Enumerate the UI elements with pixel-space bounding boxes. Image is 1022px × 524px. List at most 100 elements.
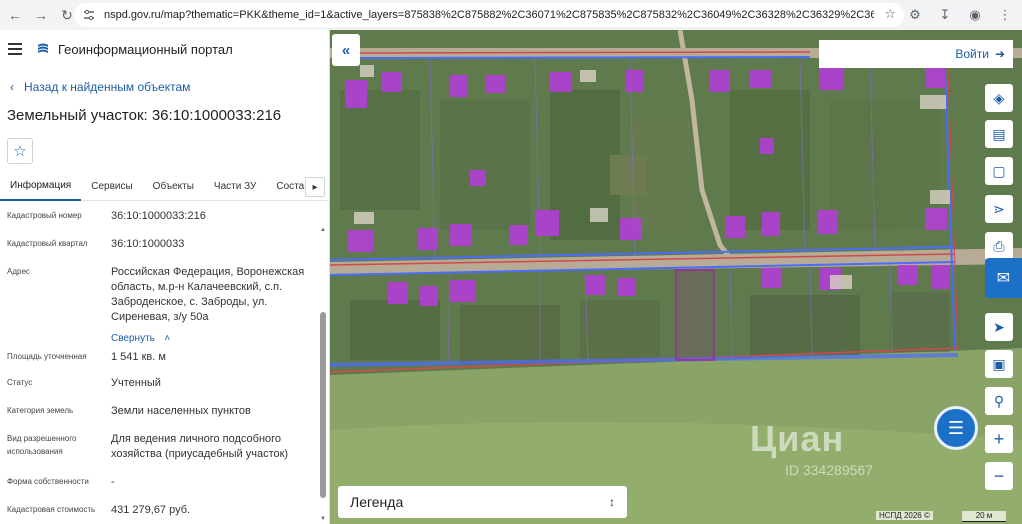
layers-icon: ◈ [993,89,1005,106]
info-value: - [111,476,115,488]
extensions-icon[interactable]: ⚙ [904,4,926,26]
share-icon: ⋗ [993,200,1005,217]
share-button[interactable]: ⋗ [985,195,1013,223]
feedback-button[interactable]: ✉ [985,258,1022,298]
zoom-out-button[interactable]: − [985,462,1013,490]
chevron-right-icon: ▸ [312,181,318,193]
zoom-in-button[interactable]: + [985,425,1013,453]
profile-icon[interactable]: ◉ [964,4,986,26]
info-value: 1 541 кв. м [111,351,166,363]
address-bar[interactable]: nspd.gov.ru/map?thematic=PKK&theme_id=1&… [74,3,904,27]
scroll-down-icon[interactable]: ▼ [319,515,327,523]
select-area-icon: ▢ [992,162,1006,179]
info-value: Учтенный [111,377,161,389]
parcel-title: Земельный участок: 36:10:1000033:216 [7,107,282,124]
info-key: Кадастровый номер [7,211,82,220]
plus-icon: + [993,428,1005,449]
chevron-left-icon: ‹ [10,80,14,94]
info-row: Площадь уточненная 1 541 кв. м [7,350,312,365]
info-key: Вид разрешенного использования [7,434,77,456]
info-row: Кадастровый номер 36:10:1000033:216 [7,209,312,224]
info-key: Форма собственности [7,477,89,486]
browser-toolbar: ← → ↻ nspd.gov.ru/map?thematic=PKK&theme… [0,0,1022,30]
map-view[interactable]: Циан ID 334289567 « Войти ➜ ◈ ▤ ▢ ⋗ ⎙ ✉ … [330,30,1022,524]
info-value: Земли населенных пунктов [111,405,251,417]
browser-menu-icon[interactable]: ⋮ [994,4,1016,26]
login-label: Войти [955,47,989,61]
ruler-icon: ▤ [992,125,1006,142]
chat-button[interactable]: ☰ [934,406,978,450]
site-info-icon[interactable] [80,6,98,24]
info-value: 431 279,67 руб. [111,504,191,516]
favorite-button[interactable]: ☆ [7,138,33,164]
collapse-panel-button[interactable]: « [332,34,360,66]
chat-bubble-icon: ✉ [996,270,1011,287]
info-list: Кадастровый номер 36:10:1000033:216 Када… [0,201,329,519]
info-key: Статус [7,378,33,387]
layers-button[interactable]: ◈ [985,84,1013,112]
minimap-button[interactable]: ▣ [985,350,1013,378]
legend-label: Легенда [350,494,404,510]
panel-scrollbar[interactable]: ▲ ▼ [319,226,327,523]
print-button[interactable]: ⎙ [985,232,1013,260]
minus-icon: − [993,465,1005,486]
info-value: 36:10:1000033:216 [111,210,206,222]
star-icon: ☆ [13,143,27,160]
tab-information[interactable]: Информация [0,173,82,201]
back-arrow-icon[interactable]: ← [4,4,26,26]
info-row: Кадастровый квартал 36:10:1000033 [7,237,312,252]
url-text: nspd.gov.ru/map?thematic=PKK&theme_id=1&… [104,9,874,21]
up-down-chevron-icon: ↕ [609,495,615,509]
print-icon: ⎙ [993,237,1005,254]
back-link-label: Назад к найденным объектам [24,80,191,94]
chevron-up-icon: ˄ [164,333,171,344]
info-key: Категория земель [7,406,74,415]
tab-parts[interactable]: Части ЗУ [204,173,266,201]
navigation-arrow-icon: ➤ [993,318,1005,335]
search-location-button[interactable]: ⚲ [985,387,1013,415]
info-row: Статус Учтенный [7,376,312,391]
info-row: Вид разрешенного использования Для веден… [7,432,312,462]
measure-button[interactable]: ▤ [985,120,1013,148]
tab-objects[interactable]: Объекты [143,173,204,201]
info-key: Кадастровая стоимость [7,505,96,514]
collapse-link[interactable]: Свернуть ˄ [111,328,307,346]
info-key: Площадь уточненная [7,352,87,361]
info-value: Для ведения личного подсобного хозяйства… [111,433,289,460]
watermark-logo: Циан [750,418,845,459]
chat-icon: ☰ [947,417,965,438]
scale-bar: 20 м [962,511,1006,522]
portal-title: Геоинформационный портал [58,41,233,57]
watermark-id: ID 334289567 [785,462,873,478]
bookmark-star-icon[interactable]: ☆ [884,6,896,22]
info-key: Кадастровый квартал [7,239,88,248]
menu-icon[interactable] [8,43,22,55]
info-row: Кадастровая стоимость 431 279,67 руб. [7,503,312,518]
forward-arrow-icon[interactable]: → [30,4,52,26]
tabs-next-button[interactable]: ▸ [305,177,325,197]
info-row: Адрес Российская Федерация, Воронежская … [7,265,312,346]
location-search-icon: ⚲ [993,392,1005,409]
portal-header: Геоинформационный портал [0,30,329,68]
minimap-icon: ▣ [992,355,1006,372]
geolocate-button[interactable]: ➤ [985,313,1013,341]
double-chevron-left-icon: « [341,41,351,59]
info-row: Форма собственности - [7,475,312,490]
back-to-results-link[interactable]: ‹ Назад к найденным объектам [0,76,329,98]
map-copyright: НСПД 2026 © [876,511,933,520]
info-tabs: Информация Сервисы Объекты Части ЗУ Сост… [0,173,329,201]
object-info-panel: Геоинформационный портал ‹ Назад к найде… [0,30,330,524]
select-area-button[interactable]: ▢ [985,157,1013,185]
download-icon[interactable]: ↧ [934,4,956,26]
portal-logo-icon [38,43,48,53]
tab-services[interactable]: Сервисы [81,173,142,201]
scroll-up-icon[interactable]: ▲ [319,226,327,234]
satellite-map[interactable] [330,30,1022,524]
collapse-label: Свернуть [111,333,155,344]
info-value: 36:10:1000033 [111,238,185,250]
legend-dropdown[interactable]: Легенда ↕ [338,486,627,518]
scrollbar-thumb[interactable] [320,312,326,498]
address-value: Российская Федерация, Воронежская област… [111,266,305,323]
info-row: Категория земель Земли населенных пункто… [7,404,312,419]
login-button[interactable]: Войти ➜ [819,40,1013,68]
